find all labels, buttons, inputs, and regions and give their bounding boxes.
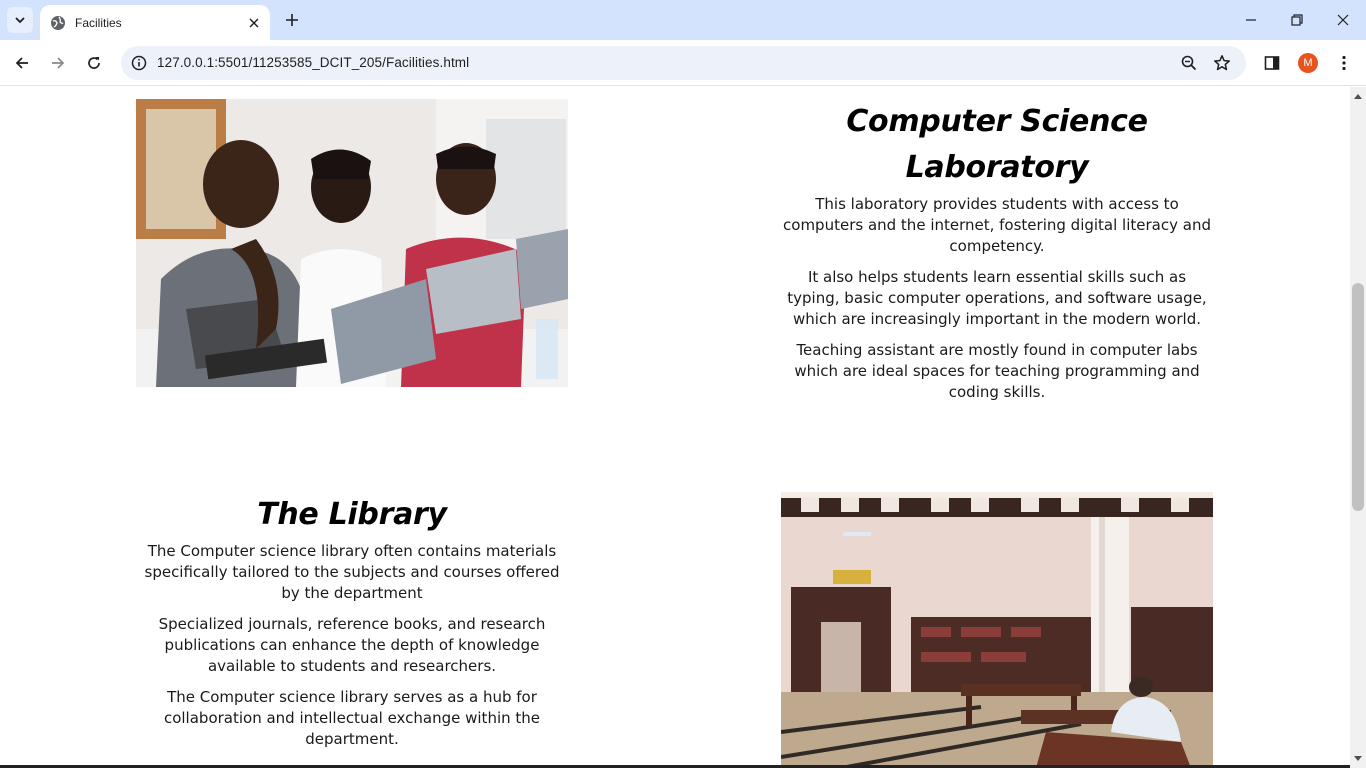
site-info-button[interactable] [127,51,151,75]
zoom-button[interactable] [1177,51,1201,75]
library-paragraph-3: The Computer science library serves as a… [163,688,541,748]
library-section: The Library The Computer science library… [137,492,567,750]
restore-icon [1291,14,1303,26]
window-restore-button[interactable] [1274,0,1320,40]
zoom-out-icon [1181,55,1197,71]
star-icon [1214,55,1230,71]
tab-strip: Facilities [0,0,1366,40]
tab-close-button[interactable] [244,13,264,33]
profile-avatar[interactable]: M [1298,53,1318,73]
arrow-left-icon [15,57,28,69]
computer-lab-photo [136,99,568,387]
forward-button[interactable] [44,49,72,77]
window-close-button[interactable] [1320,0,1366,40]
close-icon [1337,14,1349,26]
computer-lab-section: Computer Science Laboratory This laborat… [782,99,1212,403]
side-panel-icon [1264,56,1280,70]
reload-button[interactable] [80,49,108,77]
side-panel-button[interactable] [1260,51,1284,75]
scroll-up-button[interactable] [1350,89,1366,103]
chevron-down-icon [15,17,25,24]
library-photo [781,492,1213,768]
bookmark-button[interactable] [1210,51,1234,75]
computer-lab-title: Computer Science Laboratory [846,104,1148,185]
minimize-icon [1246,19,1256,21]
info-icon [131,55,147,71]
computer-lab-paragraph-1: This laboratory provides students with a… [783,195,1211,255]
plus-icon [286,14,298,26]
computer-lab-paragraph-3: Teaching assistant are mostly found in c… [794,341,1200,401]
page-scrollbar[interactable] [1350,87,1366,768]
page-viewport: Computer Science Laboratory This laborat… [0,87,1350,768]
library-title: The Library [257,497,447,532]
globe-icon [51,15,65,30]
window-minimize-button[interactable] [1228,0,1274,40]
library-paragraph-2: Specialized journals, reference books, a… [158,615,546,675]
scroll-down-button[interactable] [1350,752,1366,766]
tab-search-button[interactable] [7,7,33,33]
browser-toolbar: 127.0.0.1:5501/11253585_DCIT_205/Facilit… [0,40,1366,86]
url-text[interactable]: 127.0.0.1:5501/11253585_DCIT_205/Facilit… [157,55,469,70]
more-vertical-icon [1342,55,1346,71]
browser-tab-active[interactable]: Facilities [40,5,270,40]
reload-icon [88,57,100,69]
address-bar[interactable]: 127.0.0.1:5501/11253585_DCIT_205/Facilit… [121,46,1246,80]
computer-lab-paragraph-2: It also helps students learn essential s… [787,268,1207,328]
back-button[interactable] [8,49,36,77]
new-tab-button[interactable] [280,8,304,32]
tab-title: Facilities [75,15,122,30]
arrow-right-icon [52,57,65,69]
close-icon [249,18,259,27]
scrollbar-thumb[interactable] [1352,283,1364,511]
library-paragraph-1: The Computer science library often conta… [144,542,560,602]
triangle-up-icon [1354,94,1362,99]
triangle-down-icon [1354,756,1362,761]
browser-menu-button[interactable] [1332,51,1356,75]
